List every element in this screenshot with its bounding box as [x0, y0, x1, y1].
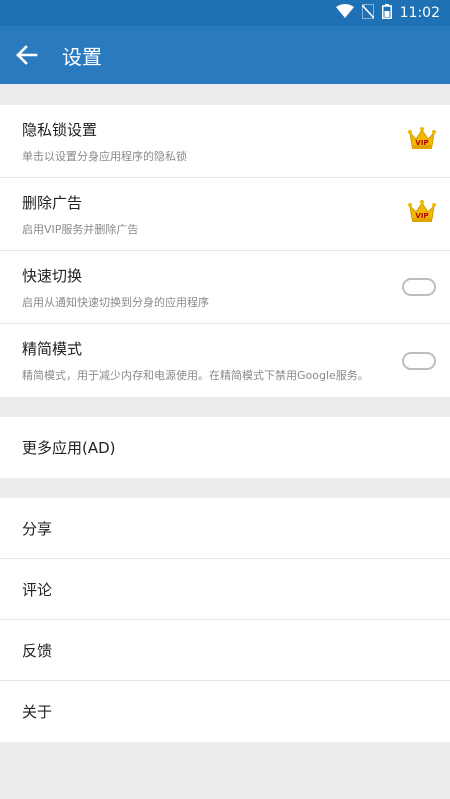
more-apps-item[interactable]: 更多应用(AD) — [0, 417, 450, 478]
item-title: 评论 — [22, 580, 53, 599]
feedback-item[interactable]: 反馈 — [0, 620, 450, 681]
review-item[interactable]: 评论 — [0, 559, 450, 620]
share-item[interactable]: 分享 — [0, 498, 450, 559]
about-item[interactable]: 关于 — [0, 681, 450, 742]
no-sim-icon — [360, 2, 375, 23]
vip-crown-icon: VIP — [408, 200, 436, 228]
setting-title: 删除广告 — [22, 193, 83, 212]
apps-section: 更多应用(AD) — [0, 417, 450, 478]
vip-badge-label: VIP — [415, 139, 428, 147]
status-time: 11:02 — [399, 5, 440, 21]
setting-title: 隐私锁设置 — [22, 120, 98, 139]
setting-title: 精简模式 — [22, 340, 83, 358]
setting-subtitle: 精简模式，用于减少内存和电源使用。在精简模式下禁用Google服务。 — [22, 369, 369, 382]
setting-title: 快速切换 — [22, 266, 83, 285]
item-title: 更多应用(AD) — [22, 439, 116, 457]
page-title: 设置 — [62, 44, 102, 69]
item-title: 分享 — [22, 519, 53, 538]
item-title: 反馈 — [22, 641, 53, 660]
lite-mode-toggle[interactable] — [402, 351, 436, 370]
toolbar: 设置 — [0, 26, 450, 84]
item-title: 关于 — [22, 703, 53, 721]
section-divider — [0, 478, 450, 498]
vip-crown-icon: VIP — [408, 127, 436, 155]
section-divider — [0, 397, 450, 417]
arrow-left-icon — [16, 45, 38, 65]
battery-icon — [381, 3, 392, 23]
quick-switch-setting[interactable]: 快速切换 启用从通知快速切换到分身的应用程序 — [0, 251, 450, 324]
setting-subtitle: 单击以设置分身应用程序的隐私锁 — [22, 149, 187, 163]
lite-mode-setting[interactable]: 精简模式 精简模式，用于减少内存和电源使用。在精简模式下禁用Google服务。 — [0, 324, 450, 397]
quick-switch-toggle[interactable] — [402, 278, 436, 296]
status-bar: 11:02 — [0, 0, 450, 26]
settings-section: 隐私锁设置 单击以设置分身应用程序的隐私锁 VIP 删除广告 启用VIP服务并删… — [0, 105, 450, 397]
misc-section: 分享 评论 反馈 关于 — [0, 498, 450, 742]
section-divider — [0, 84, 450, 105]
vip-badge-label: VIP — [415, 212, 428, 220]
back-button[interactable] — [2, 26, 52, 84]
privacy-lock-setting[interactable]: 隐私锁设置 单击以设置分身应用程序的隐私锁 VIP — [0, 105, 450, 178]
remove-ads-setting[interactable]: 删除广告 启用VIP服务并删除广告 VIP — [0, 178, 450, 251]
setting-subtitle: 启用VIP服务并删除广告 — [22, 222, 139, 236]
wifi-icon — [335, 4, 354, 22]
setting-subtitle: 启用从通知快速切换到分身的应用程序 — [22, 295, 209, 309]
